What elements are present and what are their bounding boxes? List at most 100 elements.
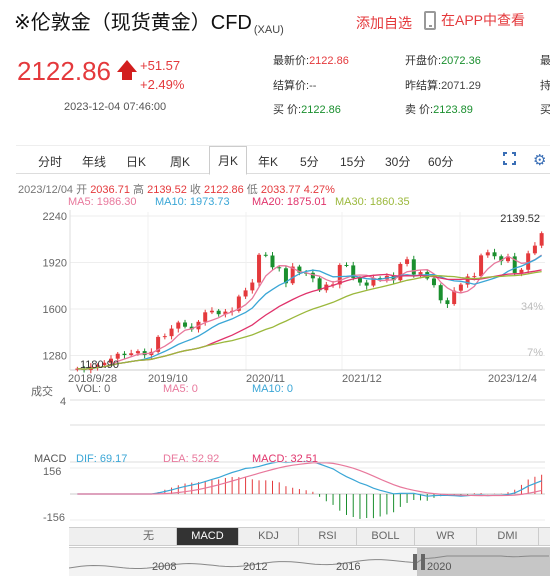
candle-body [263, 254, 268, 256]
candle-body [203, 312, 208, 322]
candle-body [431, 278, 436, 286]
stat-item: 买 [540, 101, 550, 117]
y-tick-label: 1920 [43, 257, 67, 269]
candle-body [418, 272, 423, 275]
timeline-year: 2020 [427, 561, 452, 573]
stat-item: 最新价:2122.86 [273, 52, 349, 68]
ma-line-MA5 [77, 254, 542, 370]
indicator-tab-0[interactable]: 无 [121, 528, 177, 545]
candle-body [277, 267, 282, 269]
volume-axis: 4 [60, 396, 67, 408]
stat-item: 卖 价:2123.89 [405, 101, 473, 117]
ma-line-MA10 [77, 255, 542, 370]
candle-body [532, 245, 537, 254]
candle-body [135, 351, 140, 354]
macd-value: MACD: 32.51 [252, 453, 319, 465]
timeline-handle[interactable] [421, 554, 425, 570]
candle-body [216, 310, 221, 315]
indicator-tab-3[interactable]: RSI [299, 528, 357, 545]
volume-ma10: MA10: 0 [252, 383, 293, 395]
candle-body [452, 290, 457, 305]
indicator-tab-6[interactable]: DMI [477, 528, 539, 545]
stat-label: 持 [540, 80, 550, 92]
indicator-tab-2[interactable]: KDJ [239, 528, 299, 545]
stat-label: 买 [540, 104, 550, 116]
stat-value: 2123.89 [433, 104, 473, 116]
stat-value: 2122.86 [301, 104, 341, 116]
candle-body [539, 233, 544, 246]
ma-line-MA20 [77, 269, 542, 370]
candle-body [364, 282, 369, 286]
candle-body [169, 328, 174, 337]
candle-body [411, 259, 416, 275]
indicator-tab-1[interactable]: MACD [177, 528, 239, 545]
y-tick-label: 1600 [43, 304, 67, 316]
candle-body [445, 300, 450, 305]
stat-label: 结算价: [273, 80, 310, 92]
volume-value: VOL: 0 [76, 383, 111, 395]
candle-body [257, 254, 262, 283]
macd-dea: DEA: 52.92 [163, 453, 220, 465]
indicator-tab-4[interactable]: BOLL [357, 528, 415, 545]
candle-body [398, 263, 403, 281]
timeline-scroller[interactable]: 2008 2012 2016 2020 [69, 547, 550, 576]
stat-label: 昨结算: [405, 80, 442, 92]
stat-label: 最 [540, 55, 550, 67]
candle-body [176, 322, 181, 329]
candle-body [129, 353, 134, 356]
stat-item: 昨结算:2071.29 [405, 77, 481, 93]
timeline-year: 2016 [336, 561, 361, 573]
timeline-year: 2008 [152, 561, 177, 573]
candle-body [250, 282, 255, 291]
stat-label: 开盘价: [405, 55, 442, 67]
max-price-label: 2139.52 [500, 213, 540, 225]
candle-body [243, 290, 248, 297]
candle-body [122, 353, 127, 356]
macd-dif: DIF: 69.17 [76, 453, 128, 465]
candle-body [519, 269, 524, 273]
stat-item: 开盘价:2072.36 [405, 52, 481, 68]
min-price-label: 1180.90 [80, 359, 119, 371]
candle-body [337, 264, 342, 285]
candle-body [357, 277, 362, 283]
candle-body [344, 264, 349, 266]
stat-item: 最 [540, 52, 550, 68]
stat-value: 2071.29 [441, 80, 481, 92]
macd-axis-top: 156 [43, 466, 62, 478]
indicator-tabs: 无 MACD KDJ RSI BOLL WR DMI [69, 527, 550, 546]
candle-body [183, 322, 188, 327]
timeline-year: 2012 [243, 561, 268, 573]
timeline-handle[interactable] [413, 554, 417, 570]
pct-tick-label: 34% [521, 301, 543, 313]
ma-line-MA30 [77, 270, 542, 370]
stat-item: 结算价:-- [273, 77, 316, 93]
volume-label: 成交 [31, 386, 53, 398]
stat-item: 持 [540, 77, 550, 93]
pct-tick-label: 7% [527, 347, 543, 359]
stat-item: 买 价:2122.86 [273, 101, 341, 117]
macd-dif-line [77, 460, 542, 497]
stat-value: 2072.36 [441, 55, 481, 67]
y-tick-label: 1280 [43, 350, 67, 362]
macd-label: MACD [34, 453, 67, 465]
candle-body [492, 252, 497, 257]
stat-value: -- [309, 80, 317, 92]
candle-body [209, 310, 214, 313]
stat-label: 买 价: [273, 104, 302, 116]
candle-body [438, 285, 443, 301]
indicator-tab-5[interactable]: WR [415, 528, 477, 545]
volume-ma5: MA5: 0 [163, 383, 198, 395]
candle-body [270, 255, 275, 268]
candle-body [458, 284, 463, 291]
x-tick-label: 2023/12/4 [488, 373, 537, 385]
x-tick-label: 2021/12 [342, 373, 382, 385]
candle-body [405, 259, 410, 264]
stat-label: 最新价: [273, 55, 310, 67]
candle-body [162, 336, 167, 338]
candle-body [485, 252, 490, 256]
stat-value: 2122.86 [309, 55, 349, 67]
stat-label: 卖 价: [405, 104, 434, 116]
candle-body [115, 353, 120, 359]
y-tick-label: 2240 [43, 211, 67, 223]
candle-body [479, 255, 484, 277]
